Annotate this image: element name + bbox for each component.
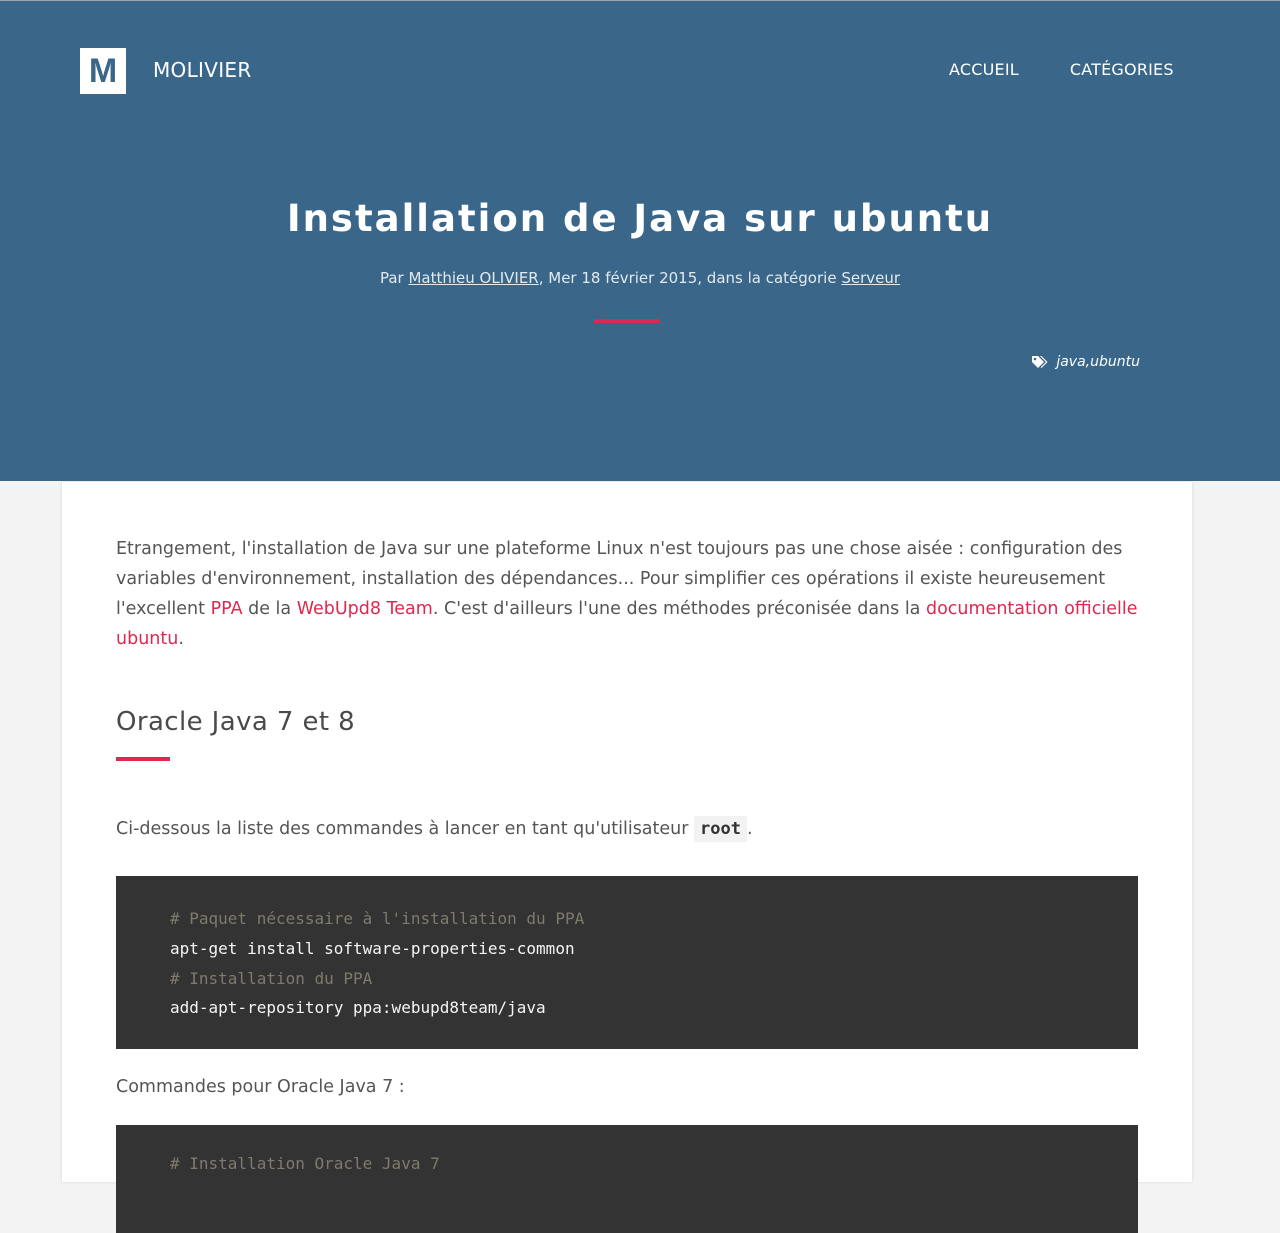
article-content: Etrangement, l'installation de Java sur … <box>62 482 1192 1233</box>
logo-letter: M <box>88 52 118 90</box>
nav-item-categories[interactable]: CATÉGORIES <box>1070 60 1174 79</box>
category-link[interactable]: Serveur <box>841 269 900 287</box>
nav-item-accueil[interactable]: ACCUEIL <box>949 60 1019 79</box>
post-meta: Par Matthieu OLIVIER, Mer 18 février 201… <box>0 269 1280 287</box>
tag-java[interactable]: java <box>1056 354 1085 370</box>
code-block-java7[interactable]: # Installation Oracle Java 7 <box>116 1125 1138 1233</box>
code-block-ppa[interactable]: # Paquet nécessaire à l'installation du … <box>116 876 1138 1050</box>
tag-ubuntu[interactable]: ubuntu <box>1090 354 1140 370</box>
tags-icon <box>1031 355 1049 370</box>
code-line: # Paquet nécessaire à l'installation du … <box>170 909 585 928</box>
commands-intro-text: Ci-dessous la liste des commandes à lanc… <box>116 819 695 839</box>
heading-accent-bar <box>116 757 170 761</box>
title-accent-bar <box>594 319 660 323</box>
site-logo[interactable]: M <box>80 48 126 94</box>
intro-text-2: de la <box>242 599 297 619</box>
main-nav: ACCUEIL CATÉGORIES <box>949 60 1225 79</box>
code-line: add-apt-repository ppa:webupd8team/java <box>170 998 546 1018</box>
intro-text-3: . C'est d'ailleurs l'une des méthodes pr… <box>432 599 926 619</box>
commands-intro-end: . <box>746 819 753 839</box>
root-inline-code: root <box>694 816 747 842</box>
code-line: # Installation du PPA <box>170 968 373 988</box>
webupd8-team-link[interactable]: WebUpd8 Team <box>297 599 433 619</box>
meta-date: , Mer 18 février 2015, dans la catégorie <box>538 269 842 287</box>
author-link[interactable]: Matthieu OLIVIER <box>408 269 538 287</box>
ppa-link[interactable]: PPA <box>211 599 243 619</box>
commands-intro: Ci-dessous la liste des commandes à lanc… <box>116 814 1138 844</box>
section-heading: Oracle Java 7 et 8 <box>116 707 356 737</box>
page-header: M MOLIVIER ACCUEIL CATÉGORIES Installati… <box>0 1 1280 481</box>
java7-label: Commandes pour Oracle Java 7 : <box>116 1077 405 1098</box>
post-title: Installation de Java sur ubuntu <box>286 197 994 240</box>
post-tags: java, ubuntu <box>1031 354 1140 370</box>
intro-text-4: . <box>178 629 184 649</box>
intro-paragraph: Etrangement, l'installation de Java sur … <box>116 534 1138 654</box>
code-line: apt-get install software-properties-comm… <box>170 938 575 958</box>
meta-by: Par <box>379 269 409 287</box>
site-name[interactable]: MOLIVIER <box>153 58 252 82</box>
